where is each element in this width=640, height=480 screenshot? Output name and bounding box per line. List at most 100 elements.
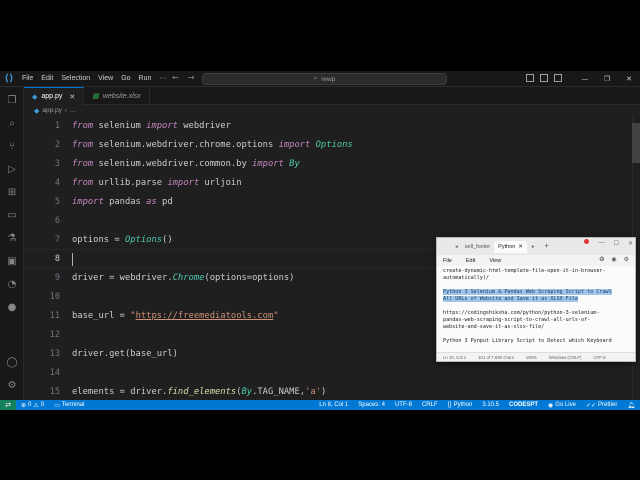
tab-app-py[interactable]: ◆ app.py ✕ [24, 87, 85, 105]
nav-arrows: ← → [172, 73, 194, 82]
code-line[interactable]: 1 from selenium import webdriver [24, 116, 632, 135]
menu-view[interactable]: View [94, 75, 117, 82]
copilot-icon[interactable]: ❂ [599, 256, 604, 263]
code-text: elements = driver.find_elements(By.TAG_N… [72, 386, 327, 397]
menu-more-icon[interactable]: ··· [155, 75, 170, 82]
braces-icon: {} [447, 402, 452, 408]
python-version[interactable]: 3.10.5 [477, 402, 504, 408]
back-arrow-icon[interactable]: ← [172, 73, 179, 82]
encoding[interactable]: UTF-8 [390, 402, 417, 408]
timeline-icon[interactable]: ◔ [5, 277, 19, 291]
testing-icon[interactable]: ⚗ [5, 231, 19, 245]
notepad-prev-tab-icon[interactable]: ◂ [437, 244, 461, 250]
code-line[interactable]: 5 import pandas as pd [24, 192, 632, 211]
line-number: 14 [49, 367, 60, 378]
code-line[interactable]: 2 from selenium.webdriver.chrome.options … [24, 135, 632, 154]
problems-indicator[interactable]: ⊗ 0 ⚠ 0 [16, 402, 49, 409]
account-icon[interactable]: ◯ [5, 355, 19, 369]
code-line[interactable]: 6 [24, 211, 632, 230]
account-icon[interactable]: ◉ [611, 256, 616, 263]
code-line[interactable]: 4 from urllib.parse import urljoin [24, 173, 632, 192]
close-tab-icon[interactable]: ✕ [69, 93, 75, 101]
line-number: 10 [49, 291, 60, 302]
prettier-button[interactable]: ✓✓ Prettier [581, 402, 622, 409]
notepad-text-area[interactable]: create-dynamic-html-template-file-open-i… [437, 266, 635, 353]
close-icon[interactable]: ✕ [618, 75, 640, 83]
breadcrumb: ◆ app.py › ... [24, 105, 76, 116]
double-check-icon: ✓✓ [585, 402, 597, 409]
notepad-tab-close-icon[interactable]: ✕ [518, 244, 523, 250]
notepad-add-tab[interactable]: + [540, 243, 554, 250]
breadcrumb-more[interactable]: ... [70, 107, 75, 114]
search-icon: ⌕ [313, 75, 318, 82]
code-text: driver.get(base_url) [72, 348, 178, 359]
notepad-zoom: 100% [525, 354, 537, 360]
notepad-window: ◂ sell_footer Python ✕ ▸ + — ☐ ✕ File Ed… [436, 237, 636, 362]
line-number: 4 [54, 177, 60, 188]
code-line[interactable]: 3 from selenium.webdriver.common.by impor… [24, 154, 632, 173]
remote-explorer-icon[interactable]: ▭ [5, 208, 19, 222]
gear-icon[interactable]: ⚙ [5, 378, 19, 392]
notepad-next-tab-icon[interactable]: ▸ [527, 244, 540, 250]
line-number: 2 [54, 139, 60, 150]
menu-edit[interactable]: Edit [37, 75, 57, 82]
recording-indicator-icon [584, 239, 589, 244]
broadcast-icon: ◉ [548, 402, 554, 409]
vscode-logo-icon: ⟨⟩ [4, 73, 14, 84]
layout-controls [526, 74, 562, 82]
line-ending[interactable]: CRLF [417, 402, 443, 408]
menu-go[interactable]: Go [117, 75, 134, 82]
language-mode[interactable]: {} Python [443, 402, 478, 408]
code-text: from urllib.parse import urljoin [72, 177, 242, 188]
scrollbar-thumb[interactable] [632, 123, 640, 163]
notepad-menu-edit[interactable]: Edit [466, 258, 475, 264]
code-line[interactable]: 15 elements = driver.find_elements(By.TAG… [24, 382, 632, 400]
toggle-sidebar-icon[interactable] [526, 74, 534, 82]
menu-selection[interactable]: Selection [57, 75, 94, 82]
tab-website-xlsx[interactable]: ▦ website.xlsx [84, 87, 150, 105]
notepad-char-count: 101 of 7,690 chars [478, 354, 514, 360]
remote-indicator-icon[interactable]: ⇄ [0, 400, 16, 410]
forward-arrow-icon[interactable]: → [188, 73, 195, 82]
breadcrumb-file[interactable]: app.py [42, 107, 62, 114]
go-live-button[interactable]: ◉ Go Live [543, 402, 581, 409]
indentation[interactable]: Spaces: 4 [353, 402, 390, 408]
notifications-bell-icon[interactable]: 🔔︎ [622, 402, 640, 409]
codesnap-button[interactable]: CODESPT [504, 402, 543, 408]
notepad-cursor-position: Ln 10, Col 1 [443, 354, 467, 360]
code-line[interactable]: 14 [24, 363, 632, 382]
minimize-icon[interactable]: — [574, 75, 596, 83]
run-debug-icon[interactable]: ▷ [5, 162, 19, 176]
toggle-panel-icon[interactable] [540, 74, 548, 82]
search-icon[interactable]: ⌕ [5, 116, 19, 130]
notepad-tab-label: sell_footer [464, 243, 491, 250]
notepad-text-line: automatically)/ [443, 275, 490, 281]
maximize-icon[interactable]: ❐ [596, 75, 618, 83]
minimize-icon[interactable]: — [599, 240, 605, 247]
maximize-icon[interactable]: ☐ [614, 240, 619, 247]
command-center-search[interactable]: ⌕ rewp [202, 73, 447, 85]
cursor-position[interactable]: Ln 8, Col 1 [314, 402, 353, 408]
menu-run[interactable]: Run [135, 75, 156, 82]
notepad-menu-view[interactable]: View [489, 258, 501, 264]
toggle-secondary-sidebar-icon[interactable] [554, 74, 562, 82]
gear-icon[interactable]: ⚙ [624, 256, 629, 263]
extensions-icon[interactable]: ⊞ [5, 185, 19, 199]
breadcrumb-separator-icon: › [64, 107, 68, 114]
warning-icon: ⚠ [33, 402, 39, 409]
notepad-tab-sell-footer[interactable]: sell_footer [461, 241, 494, 253]
terminal-button[interactable]: ▭ Terminal [49, 402, 89, 409]
live-share-icon[interactable]: ● [5, 300, 19, 314]
notepad-menu-right: ❂ ◉ ⚙ [599, 256, 629, 263]
source-control-icon[interactable]: ⑂ [5, 139, 19, 153]
image-preview-icon[interactable]: ▣ [5, 254, 19, 268]
menu-file[interactable]: File [18, 75, 37, 82]
status-bar: ⇄ ⊗ 0 ⚠ 0 ▭ Terminal Ln 8, Col 1 Spaces:… [0, 400, 640, 410]
notepad-tab-python[interactable]: Python ✕ [494, 240, 527, 253]
vscode-window: ⟨⟩ File Edit Selection View Go Run ··· ←… [0, 71, 640, 410]
explorer-icon[interactable]: ❐ [5, 93, 19, 107]
notepad-text-line: pandas-web-scraping-script-to-crawl-all-… [443, 317, 591, 323]
notepad-text-line: https://codingshiksha.com/python/python-… [443, 310, 600, 316]
close-icon[interactable]: ✕ [628, 240, 633, 247]
notepad-menu-file[interactable]: File [443, 258, 452, 264]
